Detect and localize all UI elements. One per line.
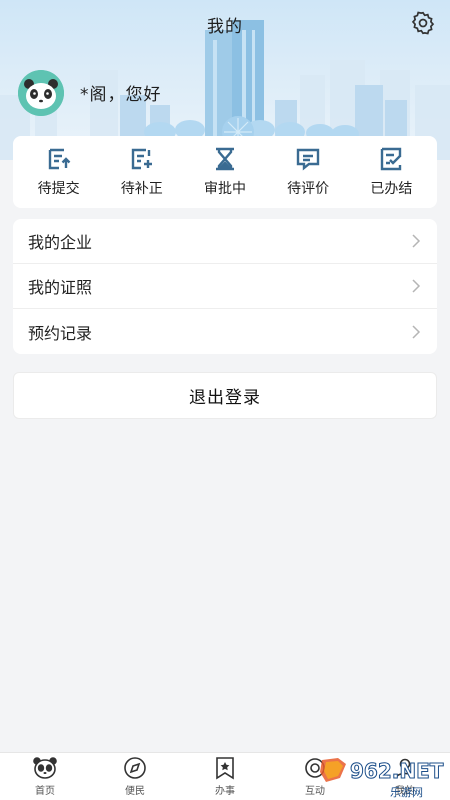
status-label: 待评价 — [287, 181, 330, 197]
compass-icon — [124, 757, 146, 779]
user-greeting: *阁，您好 — [80, 85, 162, 105]
nav-label: 首页 — [35, 786, 55, 797]
status-card: 待提交 待补正 审批中 待评价 已办结 — [13, 136, 437, 208]
nav-item-home[interactable]: 首页 — [0, 753, 90, 800]
panda-icon — [33, 757, 57, 779]
nav-label: 办事 — [215, 786, 235, 797]
menu-item-my-enterprise[interactable]: 我的企业 — [13, 219, 437, 264]
status-in-approval[interactable]: 审批中 — [185, 146, 265, 198]
status-pending-correction[interactable]: 待补正 — [102, 146, 182, 198]
chevron-right-icon — [412, 324, 421, 339]
settings-gear-icon[interactable] — [410, 10, 436, 36]
avatar[interactable] — [18, 70, 64, 116]
watermark-logo: 962.NET 乐游网 — [316, 752, 450, 800]
menu-label: 我的企业 — [28, 233, 93, 252]
menu-item-my-licenses[interactable]: 我的证照 — [13, 264, 437, 309]
watermark-text: 962.NET — [350, 759, 444, 783]
status-completed[interactable]: 已办结 — [351, 146, 431, 198]
menu-label: 我的证照 — [28, 278, 93, 297]
nav-item-convenience[interactable]: 便民 — [90, 753, 180, 800]
status-label: 已办结 — [370, 181, 413, 197]
nav-label: 便民 — [125, 786, 145, 797]
status-pending-review[interactable]: 待评价 — [268, 146, 348, 198]
doc-upload-icon — [48, 148, 70, 170]
chevron-right-icon — [412, 279, 421, 293]
chevron-right-icon — [412, 234, 421, 248]
status-label: 审批中 — [203, 181, 246, 197]
page-title: 我的 — [207, 17, 243, 37]
hourglass-icon — [215, 147, 234, 171]
status-label: 待补正 — [120, 181, 163, 197]
watermark-subtext: 乐游网 — [390, 786, 423, 799]
status-label: 待提交 — [37, 181, 80, 197]
status-pending-submit[interactable]: 待提交 — [19, 146, 99, 198]
bookmark-star-icon — [216, 757, 234, 780]
comment-icon — [296, 148, 320, 171]
nav-item-services[interactable]: 办事 — [180, 753, 270, 800]
panda-avatar-icon — [18, 70, 64, 116]
logout-button[interactable]: 退出登录 — [13, 372, 437, 419]
menu-list: 我的企业 我的证照 预约记录 — [13, 219, 437, 354]
menu-label: 预约记录 — [28, 323, 93, 343]
doc-add-icon — [131, 148, 152, 170]
menu-item-appointments[interactable]: 预约记录 — [13, 309, 437, 354]
doc-check-icon — [381, 147, 402, 171]
